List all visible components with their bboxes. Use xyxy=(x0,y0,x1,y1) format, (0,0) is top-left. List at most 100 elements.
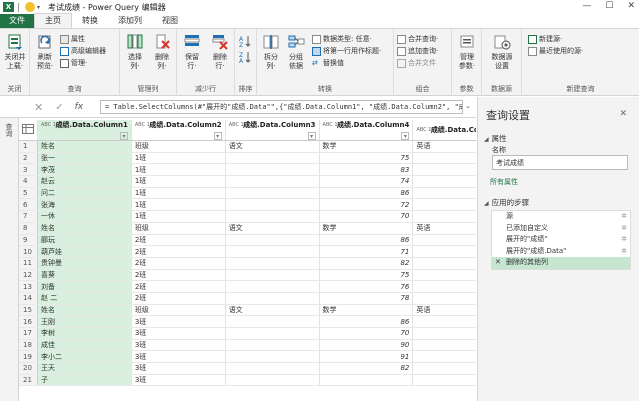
gear-icon[interactable]: ✲ xyxy=(621,234,627,246)
table-cell[interactable] xyxy=(225,245,320,258)
tab-view[interactable]: 视图 xyxy=(152,14,188,28)
table-cell[interactable]: 姓名 xyxy=(37,304,132,317)
table-cell[interactable]: 姓名 xyxy=(37,222,132,235)
choose-columns-button[interactable]: 选择 列· xyxy=(122,33,148,71)
type-any-icon[interactable]: ABC 123 xyxy=(229,122,250,128)
table-cell[interactable] xyxy=(412,374,476,387)
table-cell[interactable]: 75 xyxy=(319,152,414,165)
table-cell[interactable]: 83 xyxy=(412,175,476,188)
table-cell[interactable]: 喜葵 xyxy=(37,269,132,282)
table-cell[interactable]: 2班 xyxy=(131,269,226,282)
table-cell[interactable]: 成佳 xyxy=(37,339,132,352)
type-any-icon[interactable]: ABC 123 xyxy=(135,122,156,128)
table-cell[interactable] xyxy=(319,374,414,387)
table-cell[interactable]: 88 xyxy=(412,362,476,375)
table-cell[interactable]: 李树 xyxy=(37,327,132,340)
column-header[interactable]: ABC 123 成绩.Data.Colu xyxy=(412,120,476,141)
row-number[interactable]: 15 xyxy=(19,304,38,317)
row-number[interactable]: 7 xyxy=(19,210,38,223)
table-cell[interactable] xyxy=(225,163,320,177)
properties-button[interactable]: 属性 xyxy=(60,34,85,44)
table-cell[interactable]: 1班 xyxy=(131,210,226,223)
table-cell[interactable]: 语文 xyxy=(225,304,320,317)
table-cell[interactable]: 93 xyxy=(412,292,476,305)
tab-home[interactable]: 主页 xyxy=(34,13,72,28)
table-cell[interactable]: 70 xyxy=(319,327,414,340)
table-cell[interactable] xyxy=(225,327,320,340)
table-cell[interactable]: 数学 xyxy=(319,304,414,317)
table-cell[interactable] xyxy=(225,257,320,270)
maximize-button[interactable]: ☐ xyxy=(605,1,613,11)
table-cell[interactable]: 3班 xyxy=(131,362,226,375)
table-cell[interactable]: 3班 xyxy=(131,339,226,352)
table-cell[interactable]: 班级 xyxy=(131,304,226,317)
row-number[interactable]: 16 xyxy=(19,315,38,328)
applied-steps-section[interactable]: ◢ 应用的步骤 xyxy=(484,197,529,208)
table-cell[interactable]: 83 xyxy=(412,315,476,328)
tab-file[interactable]: 文件 xyxy=(0,14,34,28)
row-number[interactable]: 4 xyxy=(19,175,38,188)
gear-icon[interactable]: ✲ xyxy=(621,246,627,258)
table-cell[interactable] xyxy=(225,269,320,282)
table-cell[interactable]: 班级 xyxy=(131,222,226,235)
close-pane-icon[interactable]: ✕ xyxy=(619,109,627,119)
table-cell[interactable]: 王刚 xyxy=(37,315,132,328)
type-any-icon[interactable]: ABC 123 xyxy=(416,127,437,133)
table-cell[interactable]: 86 xyxy=(319,315,414,328)
row-number[interactable]: 18 xyxy=(19,339,38,352)
merge-files-button[interactable]: 合并文件 xyxy=(397,58,436,68)
table-cell[interactable]: 1班 xyxy=(131,187,226,200)
table-cell[interactable]: 78 xyxy=(319,292,414,305)
table-corner[interactable] xyxy=(19,120,38,141)
table-cell[interactable]: 葫芦娃 xyxy=(37,245,132,258)
row-number[interactable]: 13 xyxy=(19,280,38,293)
filter-dropdown-icon[interactable]: ▾ xyxy=(213,132,222,140)
split-column-button[interactable]: 拆分 列· xyxy=(259,33,283,71)
new-source-button[interactable]: 新建源· xyxy=(528,34,562,44)
filter-dropdown-icon[interactable]: ▾ xyxy=(401,132,410,140)
table-cell[interactable]: 班级 xyxy=(131,140,226,153)
table-cell[interactable]: 数学 xyxy=(319,222,414,235)
table-cell[interactable]: 语文 xyxy=(225,140,320,153)
table-cell[interactable] xyxy=(225,350,320,364)
refresh-preview-button[interactable]: 刷新 预览· xyxy=(32,33,58,71)
table-cell[interactable]: 李小二 xyxy=(37,350,132,364)
table-cell[interactable]: 72 xyxy=(412,210,476,223)
table-cell[interactable] xyxy=(225,187,320,200)
append-queries-button[interactable]: 追加查询· xyxy=(397,46,438,56)
table-cell[interactable]: 91 xyxy=(319,350,414,364)
table-cell[interactable]: 77 xyxy=(412,257,476,270)
merge-queries-button[interactable]: 合并查询· xyxy=(397,34,438,44)
filter-dropdown-icon[interactable]: ▾ xyxy=(119,132,128,140)
row-number[interactable]: 5 xyxy=(19,187,38,200)
remove-rows-button[interactable]: 删除 行· xyxy=(207,33,233,71)
row-number[interactable]: 12 xyxy=(19,269,38,282)
keep-rows-button[interactable]: 保留 行· xyxy=(179,33,205,71)
table-cell[interactable]: 张一 xyxy=(37,152,132,165)
table-cell[interactable]: 82 xyxy=(319,257,414,270)
table-cell[interactable]: 2班 xyxy=(131,234,226,247)
table-cell[interactable]: 75 xyxy=(319,269,414,282)
row-number[interactable]: 3 xyxy=(19,163,38,177)
column-header[interactable]: ABC 123 成绩.Data.Column2 ▾ xyxy=(131,120,226,141)
row-number[interactable]: 8 xyxy=(19,222,38,235)
table-cell[interactable]: 90 xyxy=(412,163,476,177)
table-cell[interactable]: 90 xyxy=(412,234,476,247)
table-cell[interactable]: 76 xyxy=(412,198,476,212)
table-cell[interactable] xyxy=(225,234,320,247)
table-cell[interactable]: 90 xyxy=(319,339,414,352)
table-cell[interactable]: 李茂 xyxy=(37,163,132,177)
row-number[interactable]: 6 xyxy=(19,198,38,212)
row-number[interactable]: 1 xyxy=(19,140,38,153)
table-cell[interactable] xyxy=(225,198,320,212)
table-cell[interactable]: 赵 二 xyxy=(37,292,132,305)
table-cell[interactable]: 问二 xyxy=(37,187,132,200)
table-cell[interactable]: 刘备 xyxy=(37,280,132,293)
manage-button[interactable]: 管理· xyxy=(60,58,87,68)
expand-formula-icon[interactable]: ⌄ xyxy=(465,102,471,110)
delete-step-icon[interactable]: ✕ xyxy=(495,257,501,269)
row-number[interactable]: 20 xyxy=(19,362,38,375)
gear-icon[interactable]: ✲ xyxy=(621,223,627,235)
table-cell[interactable]: 赵云 xyxy=(37,175,132,188)
table-cell[interactable]: 3班 xyxy=(131,327,226,340)
